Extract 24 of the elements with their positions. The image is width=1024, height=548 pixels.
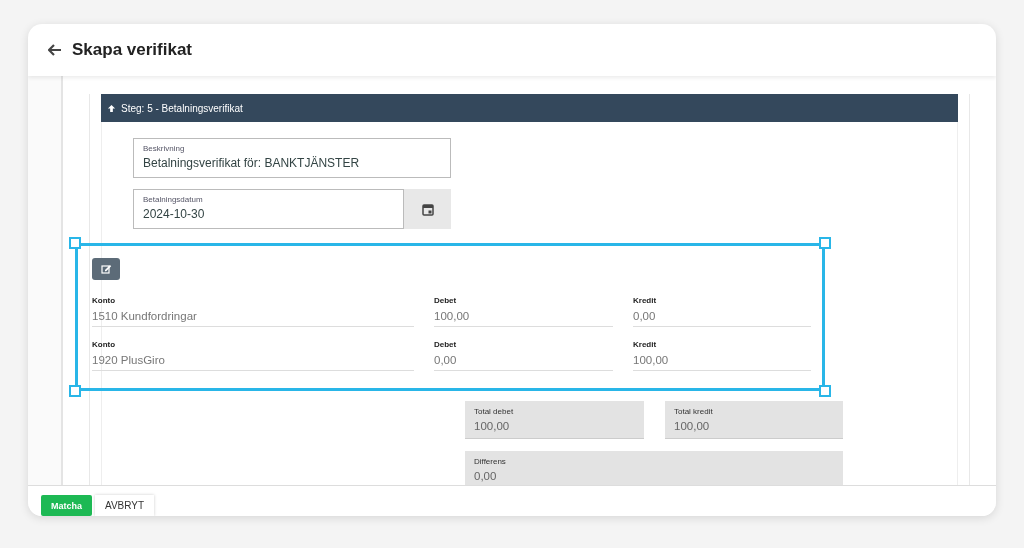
page-title: Skapa verifikat [72, 40, 192, 60]
total-field: Total kredit 100,00 [665, 401, 843, 439]
description-field[interactable]: Beskrivning Betalningsverifikat för: BANKTJÄNSTER [133, 138, 451, 178]
edit-icon [100, 264, 112, 274]
difference-field: Differens 0,00 [465, 451, 843, 485]
account-cell: Konto 1920 PlusGiro [92, 340, 414, 371]
back-arrow-icon[interactable] [48, 44, 62, 56]
calendar-icon [421, 202, 434, 216]
credit-cell: Kredit 100,00 [633, 340, 811, 371]
debit-cell: Debet 0,00 [434, 340, 613, 371]
calendar-button[interactable] [404, 189, 451, 229]
date-field[interactable]: Betalningsdatum 2024-10-30 [133, 189, 404, 229]
resize-handle[interactable] [69, 385, 81, 397]
cancel-button[interactable]: AVBRYT [95, 495, 155, 516]
account-cell: Konto 1510 Kundfordringar [92, 296, 414, 327]
edit-button[interactable] [92, 258, 120, 280]
resize-handle[interactable] [69, 237, 81, 249]
debit-cell: Debet 100,00 [434, 296, 613, 327]
credit-cell: Kredit 0,00 [633, 296, 811, 327]
total-field: Total debet 100,00 [465, 401, 644, 439]
step-header[interactable]: Steg: 5 - Betalningsverifikat [101, 94, 958, 122]
arrow-up-icon [107, 103, 116, 113]
resize-handle[interactable] [819, 385, 831, 397]
resize-handle[interactable] [819, 237, 831, 249]
